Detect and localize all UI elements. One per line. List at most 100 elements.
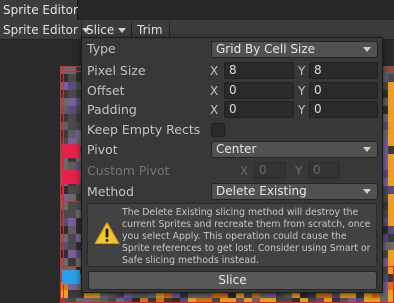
pivot-label: Pivot — [87, 142, 118, 157]
padding-y-label: Y — [298, 103, 306, 117]
sprite-pixel — [68, 74, 76, 82]
offset-y-label: Y — [298, 84, 306, 98]
pixel-size-x-value: 8 — [229, 63, 237, 77]
sprite-pixel — [68, 242, 76, 250]
keep-empty-rects-checkbox[interactable] — [211, 123, 225, 137]
sprite-pixel — [388, 178, 394, 186]
sprite-pixel — [68, 258, 76, 266]
offset-x-value: 0 — [229, 83, 237, 97]
custom-pivot-x-label: X — [240, 164, 249, 178]
pixel-size-y-field[interactable]: 8 — [309, 62, 378, 79]
sprite-pixel — [388, 122, 394, 130]
sprite-pixel — [388, 250, 394, 258]
chevron-down-icon — [363, 189, 371, 194]
window-title: Sprite Editor — [3, 3, 78, 17]
keep-empty-rects-label: Keep Empty Rects — [87, 122, 201, 137]
sprite-pixel — [68, 234, 76, 242]
chevron-down-icon — [363, 147, 371, 152]
offset-x-field[interactable]: 0 — [224, 82, 294, 99]
sprite-pixel — [388, 202, 394, 210]
toolbar-divider — [81, 22, 82, 38]
sprite-pixel — [388, 90, 394, 98]
warning-message: The Delete Existing slicing method will … — [122, 207, 371, 266]
sprite-pixel — [388, 98, 394, 106]
pixel-size-y-label: Y — [298, 64, 306, 78]
pixel-size-x-label: X — [210, 64, 219, 78]
sprite-pixel — [388, 194, 394, 202]
sprite-pixel — [388, 106, 394, 114]
sprite-pixel — [68, 226, 76, 234]
sprite-pixel — [388, 138, 394, 146]
pixel-size-x-field[interactable]: 8 — [224, 62, 294, 79]
pixel-size-label: Pixel Size — [87, 63, 146, 78]
sprite-pixel — [68, 210, 76, 218]
sprite-pixel — [68, 202, 76, 210]
window-title-tab[interactable]: Sprite Editor — [0, 0, 78, 20]
warning-icon — [94, 222, 120, 244]
custom-pivot-x-field: 0 — [254, 162, 286, 179]
toolbar-divider — [131, 22, 132, 38]
sprite-pixel — [388, 146, 394, 154]
padding-y-field[interactable]: 0 — [309, 101, 378, 118]
offset-y-field[interactable]: 0 — [309, 82, 378, 99]
sprite-pixel — [388, 234, 394, 242]
slice-popup: Type Grid By Cell Size Pixel Size X 8 Y … — [81, 37, 383, 293]
editor-mode-dropdown[interactable]: Sprite Editor — [3, 20, 90, 40]
custom-pivot-y-value: 0 — [313, 163, 321, 177]
pixel-size-y-value: 8 — [314, 63, 322, 77]
sprite-pixel — [388, 226, 394, 234]
method-label: Method — [87, 184, 134, 199]
editor-mode-label: Sprite Editor — [3, 23, 78, 37]
padding-x-label: X — [210, 103, 219, 117]
slice-label: Slice — [86, 23, 115, 37]
sprite-pixel — [388, 210, 394, 218]
sprite-pixel — [388, 114, 394, 122]
pivot-value: Center — [216, 142, 257, 156]
chevron-down-icon — [118, 28, 127, 33]
sprite-pixel — [388, 154, 394, 162]
sprite-pixel — [68, 114, 76, 122]
trim-label: Trim — [137, 23, 163, 37]
padding-x-value: 0 — [229, 102, 237, 116]
sprite-pixel — [388, 258, 394, 266]
padding-y-value: 0 — [314, 102, 322, 116]
custom-pivot-y-field: 0 — [308, 162, 340, 179]
sprite-pixel — [62, 144, 80, 158]
slice-button[interactable]: Slice — [88, 271, 377, 290]
sprite-pixel — [68, 122, 76, 130]
type-dropdown[interactable]: Grid By Cell Size — [211, 41, 378, 58]
type-label: Type — [87, 41, 116, 56]
pivot-dropdown[interactable]: Center — [211, 141, 378, 158]
sprite-pixel — [388, 242, 394, 250]
padding-label: Padding — [87, 102, 137, 117]
sprite-pixel — [62, 170, 80, 184]
sprite-pixel — [68, 82, 76, 90]
sprite-pixel — [388, 170, 394, 178]
warning-box: The Delete Existing slicing method will … — [87, 203, 377, 267]
sprite-pixel — [388, 186, 394, 194]
sprite-pixel — [68, 250, 76, 258]
offset-label: Offset — [87, 83, 125, 98]
chevron-down-icon — [363, 47, 371, 52]
type-value: Grid By Cell Size — [216, 42, 316, 56]
padding-x-field[interactable]: 0 — [224, 101, 294, 118]
offset-x-label: X — [210, 84, 219, 98]
toolbar-divider — [169, 22, 170, 38]
sprite-pixel — [68, 106, 76, 114]
sprite-pixel — [388, 218, 394, 226]
sprite-pixel — [388, 162, 394, 170]
custom-pivot-x-value: 0 — [259, 163, 267, 177]
method-value: Delete Existing — [216, 184, 307, 198]
offset-y-value: 0 — [314, 83, 322, 97]
sprite-pixel — [388, 130, 394, 138]
sprite-pixel — [68, 130, 76, 138]
sprite-pixel — [62, 270, 80, 284]
sprite-pixel — [68, 98, 76, 106]
title-bar — [78, 0, 394, 20]
sprite-pixel — [68, 218, 76, 226]
custom-pivot-y-label: Y — [295, 164, 303, 178]
method-dropdown[interactable]: Delete Existing — [211, 183, 378, 200]
custom-pivot-label: Custom Pivot — [87, 163, 170, 178]
sprite-pixel — [388, 74, 394, 82]
sprite-pixel — [68, 90, 76, 98]
